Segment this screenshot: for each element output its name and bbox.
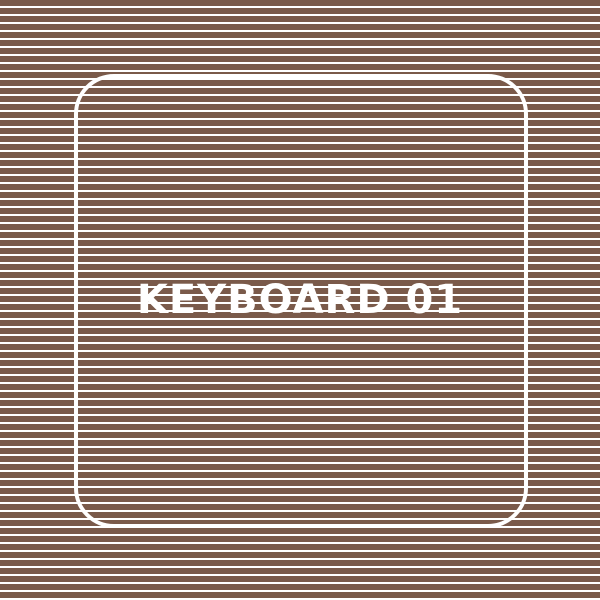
- keyboard-key-button[interactable]: [74, 74, 528, 528]
- keyboard-key-page: { "key": { "label": "KEYBOARD 01" }, "co…: [0, 0, 600, 600]
